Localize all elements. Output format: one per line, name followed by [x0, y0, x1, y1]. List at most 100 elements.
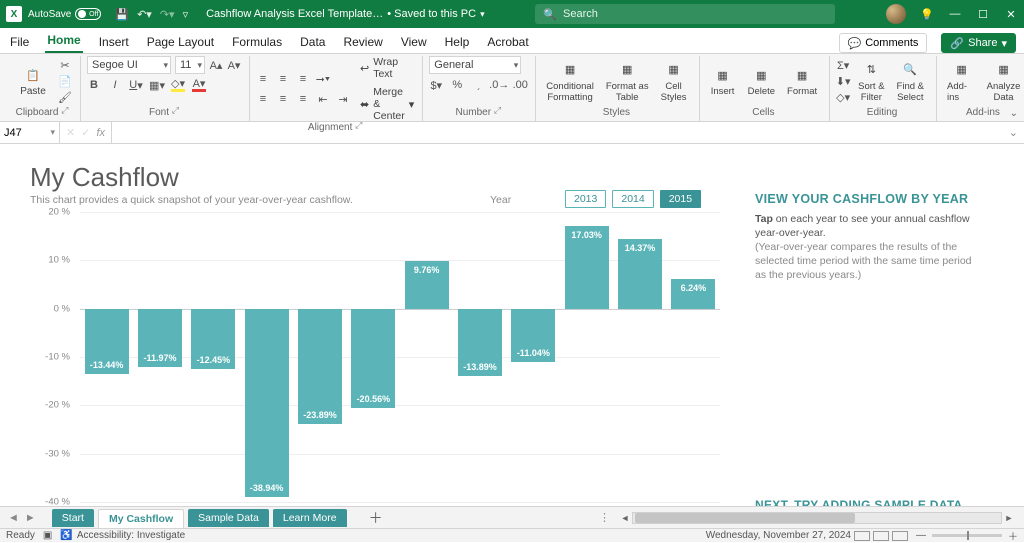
- tab-help[interactable]: Help: [443, 31, 472, 53]
- font-name-select[interactable]: Segoe UI: [87, 56, 171, 74]
- tab-page-layout[interactable]: Page Layout: [145, 31, 216, 53]
- autosave-toggle[interactable]: AutoSave Off: [28, 8, 101, 20]
- sheet-tab-sample-data[interactable]: Sample Data: [188, 509, 269, 527]
- clear-icon[interactable]: ◇▾: [836, 91, 850, 105]
- cancel-formula-icon[interactable]: ✕: [66, 126, 75, 139]
- increase-font-icon[interactable]: A▴: [209, 58, 223, 72]
- find-select-button[interactable]: 🔍Find & Select: [893, 59, 928, 105]
- comma-icon[interactable]: ˏ: [471, 78, 485, 92]
- align-bottom-icon[interactable]: ≡: [296, 72, 310, 86]
- save-icon[interactable]: 💾: [115, 8, 129, 21]
- tab-file[interactable]: File: [8, 31, 31, 53]
- increase-decimal-icon[interactable]: .0→: [492, 78, 506, 92]
- delete-cells-button[interactable]: ▦Delete: [744, 64, 779, 99]
- tab-view[interactable]: View: [399, 31, 429, 53]
- close-button[interactable]: ✕: [1004, 7, 1018, 21]
- sheet-nav-next-icon[interactable]: ►: [25, 512, 36, 524]
- qat-customize-icon[interactable]: ▿: [183, 8, 189, 21]
- user-avatar[interactable]: [886, 4, 906, 24]
- macro-record-icon[interactable]: ▣: [43, 530, 52, 541]
- undo-icon[interactable]: ↶▾: [137, 8, 152, 21]
- comments-button[interactable]: 💬 Comments: [839, 33, 928, 53]
- align-top-icon[interactable]: ≡: [256, 72, 270, 86]
- cut-icon[interactable]: ✂: [58, 59, 72, 73]
- chart-bar[interactable]: [245, 309, 289, 497]
- percent-icon[interactable]: %: [450, 78, 464, 92]
- align-right-icon[interactable]: ≡: [296, 92, 310, 106]
- normal-view-icon[interactable]: [854, 531, 870, 541]
- worksheet-area[interactable]: My Cashflow This chart provides a quick …: [0, 144, 1024, 514]
- chart-bar[interactable]: [298, 309, 342, 424]
- share-button[interactable]: 🔗 Share ▾: [941, 33, 1016, 53]
- year-button-2014[interactable]: 2014: [612, 190, 653, 208]
- tab-insert[interactable]: Insert: [97, 31, 131, 53]
- merge-center-button[interactable]: ⬌Merge & Center ▾: [360, 86, 414, 122]
- orientation-icon[interactable]: ⭢▾: [316, 72, 330, 86]
- sort-filter-button[interactable]: ⇅Sort & Filter: [854, 59, 888, 105]
- format-painter-icon[interactable]: 🖌: [58, 91, 72, 105]
- maximize-button[interactable]: ☐: [976, 7, 990, 21]
- align-middle-icon[interactable]: ≡: [276, 72, 290, 86]
- tab-home[interactable]: Home: [45, 29, 82, 53]
- search-input[interactable]: 🔍 Search: [535, 4, 835, 24]
- clipboard-dialog-launcher[interactable]: ⤢: [61, 105, 68, 115]
- autosum-icon[interactable]: Σ▾: [836, 59, 850, 73]
- tab-formulas[interactable]: Formulas: [230, 31, 284, 53]
- tab-data[interactable]: Data: [298, 31, 327, 53]
- tab-acrobat[interactable]: Acrobat: [485, 31, 530, 53]
- cell-styles-button[interactable]: ▦Cell Styles: [657, 59, 691, 105]
- year-button-2015[interactable]: 2015: [660, 190, 701, 208]
- accessibility-icon[interactable]: ♿: [60, 530, 72, 541]
- coming-soon-icon[interactable]: 💡: [920, 7, 934, 21]
- horizontal-scrollbar[interactable]: ⋮ ◄ ►: [383, 511, 1024, 524]
- redo-icon[interactable]: ↷▾: [160, 8, 175, 21]
- sheet-tab-learn-more[interactable]: Learn More: [273, 509, 347, 527]
- minimize-button[interactable]: —: [948, 7, 962, 21]
- paste-button[interactable]: 📋 Paste: [12, 64, 54, 99]
- font-size-select[interactable]: 11: [175, 56, 205, 74]
- decrease-decimal-icon[interactable]: .00: [513, 78, 527, 92]
- font-dialog-launcher[interactable]: ⤢: [172, 105, 179, 115]
- page-break-view-icon[interactable]: [892, 531, 908, 541]
- underline-icon[interactable]: U▾: [129, 78, 143, 92]
- name-box[interactable]: J47▾: [0, 122, 60, 143]
- accessibility-status[interactable]: Accessibility: Investigate: [77, 530, 185, 541]
- enter-formula-icon[interactable]: ✓: [81, 126, 90, 139]
- insert-cells-button[interactable]: ▦Insert: [706, 64, 740, 99]
- year-button-2013[interactable]: 2013: [565, 190, 606, 208]
- insert-function-icon[interactable]: fx: [96, 127, 105, 139]
- currency-icon[interactable]: $▾: [429, 78, 443, 92]
- align-center-icon[interactable]: ≡: [276, 92, 290, 106]
- format-as-table-button[interactable]: ▦Format as Table: [602, 59, 653, 105]
- align-left-icon[interactable]: ≡: [256, 92, 270, 106]
- fill-color-icon[interactable]: ◇▾: [171, 78, 185, 92]
- fill-icon[interactable]: ⬇▾: [836, 75, 850, 89]
- document-name[interactable]: Cashflow Analysis Excel Template… • Save…: [206, 8, 484, 20]
- number-format-select[interactable]: General: [429, 56, 521, 74]
- autosave-switch[interactable]: Off: [75, 8, 101, 20]
- copy-icon[interactable]: 📄: [58, 75, 72, 89]
- number-dialog-launcher[interactable]: ⤢: [494, 105, 501, 115]
- zoom-slider[interactable]: [932, 534, 1002, 537]
- bold-icon[interactable]: B: [87, 78, 101, 92]
- new-sheet-button[interactable]: ＋: [369, 508, 383, 528]
- format-cells-button[interactable]: ▦Format: [783, 64, 821, 99]
- sheet-nav-prev-icon[interactable]: ◄: [8, 512, 19, 524]
- analyze-data-button[interactable]: ▦Analyze Data: [984, 59, 1023, 105]
- expand-formula-bar-icon[interactable]: ⌄: [1003, 126, 1024, 139]
- conditional-formatting-button[interactable]: ▦Conditional Formatting: [542, 59, 598, 105]
- sheet-tab-start[interactable]: Start: [52, 509, 94, 527]
- sheet-tab-my-cashflow[interactable]: My Cashflow: [98, 509, 184, 529]
- border-icon[interactable]: ▦▾: [150, 78, 164, 92]
- tab-review[interactable]: Review: [341, 31, 384, 53]
- decrease-font-icon[interactable]: A▾: [227, 58, 241, 72]
- alignment-dialog-launcher[interactable]: ⤢: [355, 120, 362, 130]
- collapse-ribbon-icon[interactable]: ⌄: [1010, 108, 1018, 119]
- italic-icon[interactable]: I: [108, 78, 122, 92]
- font-color-icon[interactable]: A▾: [192, 78, 206, 92]
- zoom-in-icon[interactable]: ＋: [1008, 528, 1018, 543]
- wrap-text-button[interactable]: ↩Wrap Text: [360, 56, 414, 80]
- decrease-indent-icon[interactable]: ⇤: [316, 92, 330, 106]
- page-layout-view-icon[interactable]: [873, 531, 889, 541]
- increase-indent-icon[interactable]: ⇥: [336, 92, 350, 106]
